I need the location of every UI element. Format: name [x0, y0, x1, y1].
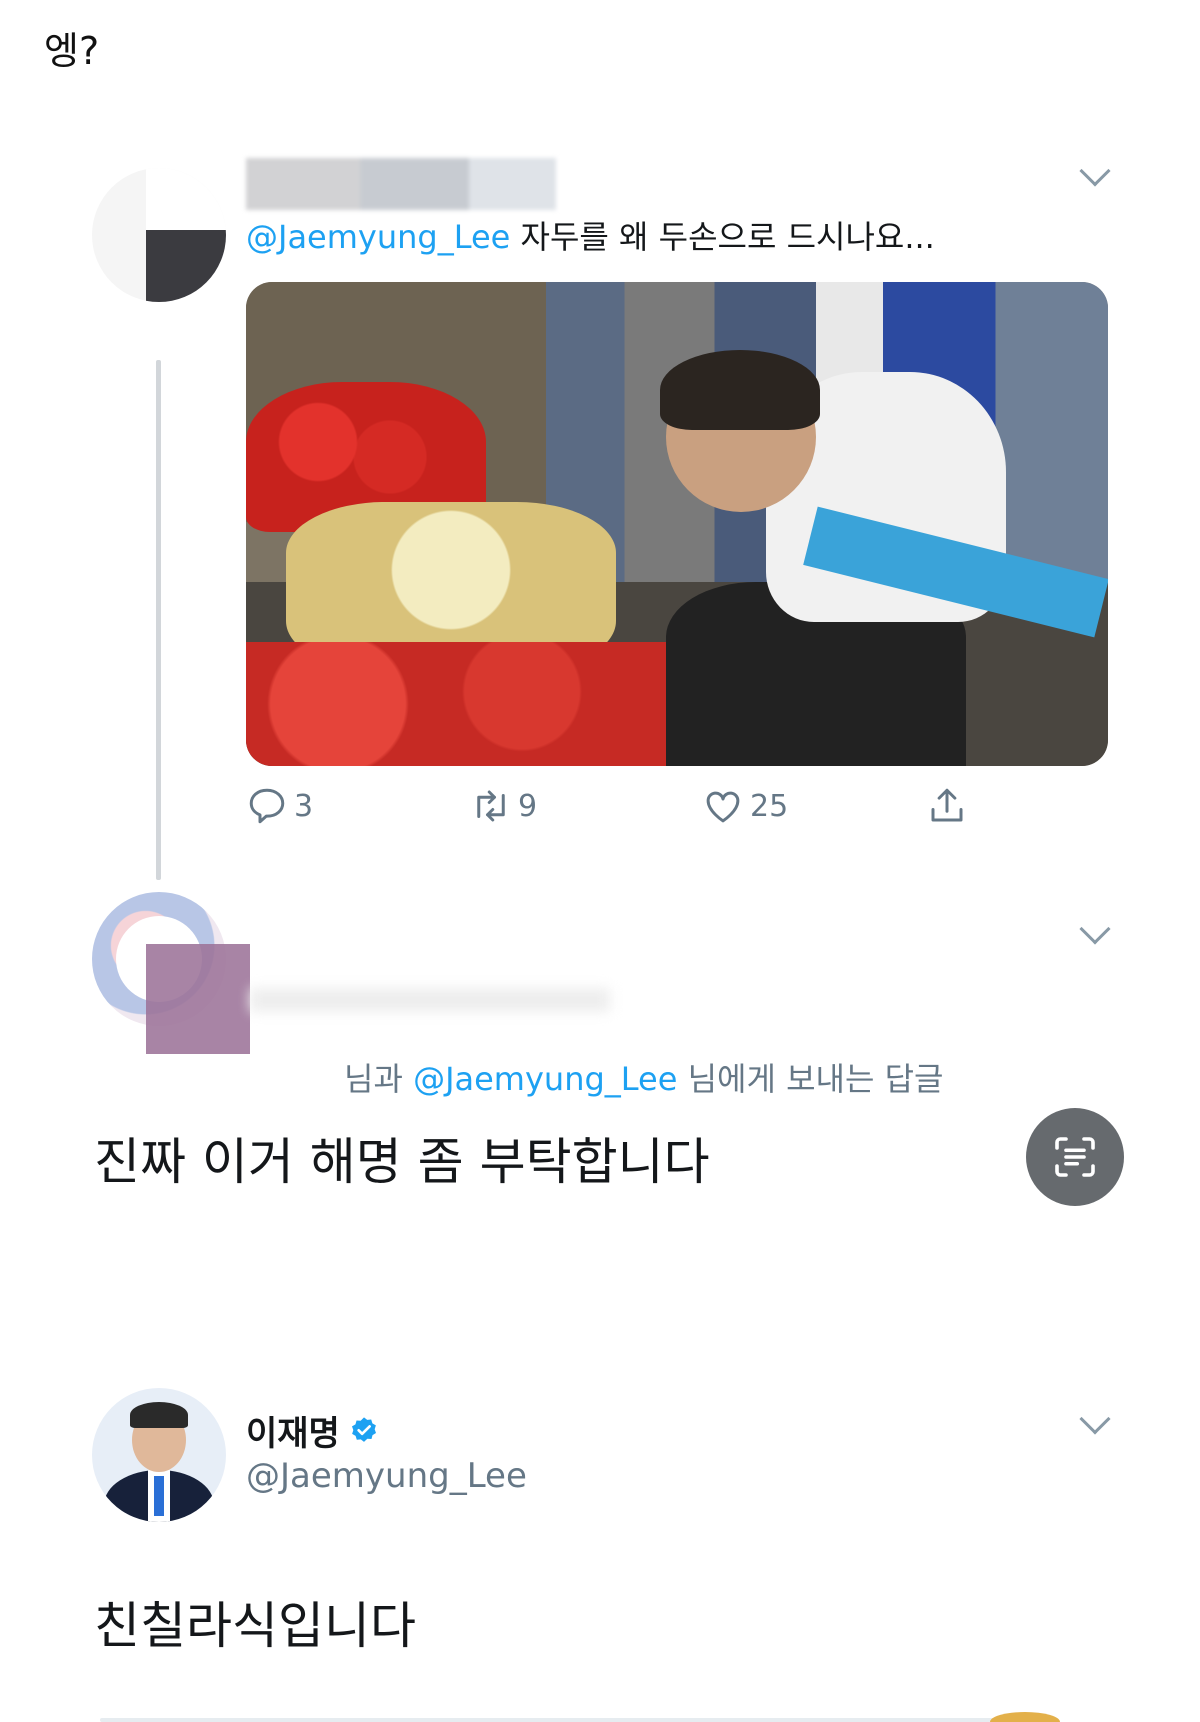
- like-button[interactable]: 25: [702, 784, 788, 828]
- tweet-body: 자두를 왜 두손으로 드시나요...: [510, 218, 935, 256]
- avatar[interactable]: [92, 1388, 226, 1522]
- retweet-icon: [477, 790, 505, 822]
- tweet-text: @Jaemyung_Lee 자두를 왜 두손으로 드시나요...: [246, 212, 935, 258]
- share-button[interactable]: [926, 784, 974, 828]
- chevron-down-icon[interactable]: [1079, 1403, 1111, 1435]
- thread-connector-line: [156, 360, 161, 880]
- mention-link[interactable]: @Jaemyung_Lee: [246, 218, 510, 256]
- post-caption: 엥?: [44, 29, 100, 73]
- tweet-photo[interactable]: [246, 282, 1108, 766]
- redacted-username: [146, 944, 250, 1054]
- heart-icon: [706, 791, 740, 823]
- tweet-text: 진짜 이거 해명 좀 부탁합니다: [94, 1133, 710, 1191]
- chevron-down-icon[interactable]: [1079, 155, 1111, 187]
- text-scan-button[interactable]: [1026, 1108, 1124, 1206]
- retweet-count: 9: [518, 788, 538, 824]
- mention-link[interactable]: @Jaemyung_Lee: [413, 1060, 677, 1098]
- chevron-down-icon[interactable]: [1079, 913, 1111, 945]
- redacted-username: [246, 158, 556, 210]
- display-name[interactable]: 이재명: [246, 1406, 380, 1455]
- user-handle[interactable]: @Jaemyung_Lee: [246, 1456, 527, 1496]
- reply-prefix: 님과: [344, 1060, 414, 1098]
- reply-context: 님과 @Jaemyung_Lee 님에게 보내는 답글: [344, 1054, 943, 1100]
- verified-badge-icon: [351, 1416, 376, 1442]
- avatar[interactable]: [92, 168, 226, 302]
- reply-count: 3: [294, 788, 314, 824]
- share-icon: [931, 788, 963, 822]
- redacted-handle: [250, 988, 610, 1012]
- tweet-text: 친칠라식입니다: [94, 1597, 416, 1655]
- reply-button[interactable]: 3: [246, 784, 313, 828]
- text-scan-icon: [1055, 1137, 1095, 1177]
- retweet-button[interactable]: 9: [470, 784, 537, 828]
- display-name-text: 이재명: [246, 1414, 340, 1454]
- next-avatar-edge: [990, 1712, 1060, 1722]
- reply-suffix: 님에게 보내는 답글: [677, 1060, 944, 1098]
- comment-icon: [249, 788, 285, 824]
- next-card-edge: [100, 1718, 1000, 1722]
- like-count: 25: [750, 788, 789, 824]
